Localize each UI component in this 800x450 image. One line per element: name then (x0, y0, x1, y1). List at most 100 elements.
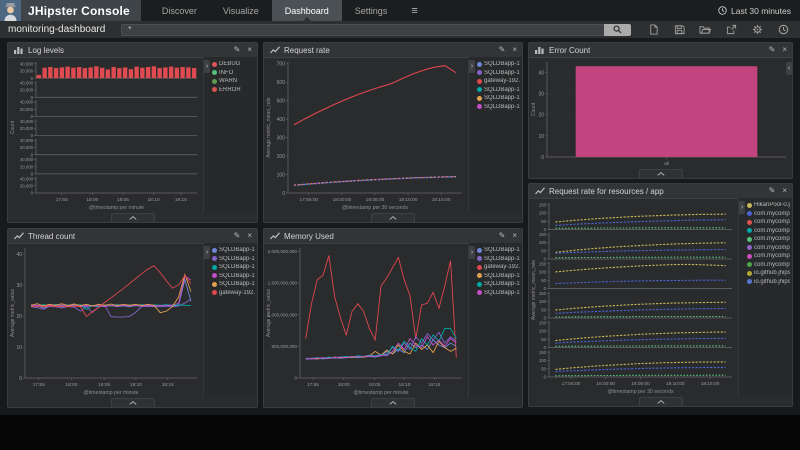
panel-request-rate: Request rate ✎ × Average metric_mean_rat… (263, 42, 523, 223)
gear-icon[interactable] (751, 24, 763, 36)
error-count-chart[interactable]: Count403020100all (529, 57, 792, 169)
panel-header[interactable]: Log levels ✎ × (8, 43, 257, 58)
legend-toggle[interactable]: › (204, 60, 210, 73)
time-range-label: Last 30 minutes (731, 6, 791, 16)
close-icon[interactable]: × (782, 187, 787, 195)
svg-text:18:10:00: 18:10:00 (666, 381, 685, 387)
legend-item[interactable]: gateway-192.168.43.8.. (212, 290, 255, 296)
legend-item[interactable]: com.mycompany.myap.. (747, 253, 790, 259)
search-button[interactable] (604, 24, 631, 36)
legend-item[interactable]: com.mycompany.myap.. (747, 228, 790, 234)
legend-item[interactable]: SQLDBapp-192.168.4.. (477, 256, 520, 262)
collapse-chevron[interactable] (371, 213, 415, 222)
svg-text:18:05: 18:05 (117, 197, 129, 203)
request-rate-chart[interactable]: Average metric_mean_rate7006005004003002… (264, 57, 468, 213)
legend-item[interactable]: SQLDBapp-192.168.4.. (477, 290, 520, 296)
legend-toggle[interactable]: › (739, 201, 745, 214)
panel-header[interactable]: Thread count ✎ × (8, 229, 257, 244)
legend-item[interactable]: com.mycompany.myap.. (747, 211, 790, 217)
save-dashboard-icon[interactable] (673, 24, 685, 36)
legend-item[interactable]: SQLDBapp-192.168.4.. (477, 70, 520, 76)
legend-item[interactable]: SQLDBapp-192.168.4.. (477, 247, 520, 253)
legend-item[interactable]: SQLDBapp-192.168.4.. (212, 247, 255, 253)
legend-item[interactable]: SQLDBapp-192.168.4.. (477, 95, 520, 101)
legend-item[interactable]: SQLDBapp-192.168.4.. (212, 281, 255, 287)
close-icon[interactable]: × (512, 232, 517, 240)
legend-color-dot (747, 279, 752, 284)
legend-toggle[interactable]: › (204, 246, 210, 259)
legend-item[interactable]: com.mycompany.myap.. (747, 262, 790, 268)
legend-item[interactable]: com.mycompany.myap.. (747, 236, 790, 242)
clock-icon (718, 6, 727, 15)
refresh-clock-icon[interactable] (777, 24, 789, 36)
tab-visualize[interactable]: Visualize (210, 0, 272, 21)
memory-used-chart[interactable]: Average metric_value2,000,000,0001,500,0… (264, 243, 468, 398)
close-icon[interactable]: × (247, 46, 252, 54)
legend-item[interactable]: gateway-192.168.43.8.. (477, 78, 520, 84)
svg-text:50: 50 (541, 366, 546, 371)
collapse-chevron[interactable] (639, 169, 683, 178)
collapse-chevron[interactable] (639, 397, 683, 406)
edit-icon[interactable]: ✎ (769, 187, 776, 195)
legend-item[interactable]: SQLDBapp-192.168.4.. (477, 281, 520, 287)
legend-toggle[interactable]: › (469, 246, 475, 259)
edit-icon[interactable]: ✎ (234, 46, 241, 54)
resources-chart[interactable]: Average metric_mean_rate1501005001501005… (529, 198, 738, 397)
edit-icon[interactable]: ✎ (234, 232, 241, 240)
panel-header[interactable]: Request rate for resources / app ✎ × (529, 184, 792, 199)
menu-burger-icon[interactable]: ≡ (400, 0, 428, 21)
legend-toggle[interactable]: › (469, 60, 475, 73)
legend-item[interactable]: SQLDBapp-192.168.4.. (212, 273, 255, 279)
collapse-chevron[interactable] (111, 213, 155, 222)
legend-item[interactable]: SQLDBapp-192.168.4.. (477, 104, 520, 110)
legend-label: SQLDBapp-192.168.4.. (484, 256, 520, 262)
query-input[interactable] (121, 24, 604, 36)
svg-text:18:15:00: 18:15:00 (432, 197, 451, 203)
legend-item[interactable]: com.mycompany.myap.. (747, 219, 790, 225)
close-icon[interactable]: × (512, 46, 517, 54)
svg-text:1,500,000,000: 1,500,000,000 (268, 281, 298, 286)
load-dashboard-icon[interactable] (699, 24, 711, 36)
bar-chart-icon (13, 45, 24, 55)
legend-item[interactable]: SQLDBapp-192.168.4.. (477, 273, 520, 279)
legend-item[interactable]: SQLDBapp-192.168.4.. (212, 264, 255, 270)
legend-item[interactable]: io.github.jhipster.web.r.. (747, 270, 790, 276)
collapse-chevron[interactable] (111, 398, 155, 407)
legend-item[interactable]: DEBUG (212, 61, 255, 67)
edit-icon[interactable]: ✎ (499, 46, 506, 54)
legend-item[interactable]: INFO (212, 70, 255, 76)
legend-color-dot (212, 290, 217, 295)
tab-discover[interactable]: Discover (149, 0, 210, 21)
legend-item[interactable]: SQLDBapp-192.168.4.. (477, 61, 520, 67)
legend-item[interactable]: com.mycompany.myap.. (747, 245, 790, 251)
svg-text:18:00: 18:00 (86, 197, 98, 203)
legend-toggle[interactable]: ‹ (786, 62, 792, 75)
panel-header[interactable]: Error Count ✎ × (529, 43, 792, 58)
legend-item[interactable]: HikariPool-0.pool.Wait (747, 202, 790, 208)
legend-item[interactable]: io.github.jhipster.web.r.. (747, 279, 790, 285)
collapse-chevron[interactable] (371, 398, 415, 407)
edit-icon[interactable]: ✎ (769, 46, 776, 54)
legend-label: io.github.jhipster.web.r.. (754, 270, 790, 276)
log-levels-chart[interactable]: Count40,00020,000040,00020,000040,00020,… (8, 57, 203, 213)
tab-dashboard[interactable]: Dashboard (272, 0, 342, 21)
legend-item[interactable]: SQLDBapp-192.168.4.. (212, 256, 255, 262)
legend-item[interactable]: WARN (212, 78, 255, 84)
close-icon[interactable]: × (782, 46, 787, 54)
edit-icon[interactable]: ✎ (499, 232, 506, 240)
svg-text:Count: Count (10, 120, 16, 134)
svg-text:20,000: 20,000 (20, 88, 34, 93)
time-picker[interactable]: Last 30 minutes (718, 0, 800, 21)
thread-count-chart[interactable]: Average metric_value40302010017:5518:001… (8, 243, 203, 398)
brand[interactable]: JHipster Console (0, 0, 141, 21)
legend-item[interactable]: ERROR (212, 87, 255, 93)
tab-settings[interactable]: Settings (342, 0, 401, 21)
legend-item[interactable]: SQLDBapp-192.168.4.. (477, 87, 520, 93)
panel-header[interactable]: Request rate ✎ × (264, 43, 522, 58)
panel-header[interactable]: Memory Used ✎ × (264, 229, 522, 244)
close-icon[interactable]: × (247, 232, 252, 240)
panel-title: Log levels (28, 46, 64, 55)
legend-item[interactable]: gateway-192.168.43.8.. (477, 264, 520, 270)
new-dashboard-icon[interactable] (647, 24, 659, 36)
share-icon[interactable] (725, 24, 737, 36)
